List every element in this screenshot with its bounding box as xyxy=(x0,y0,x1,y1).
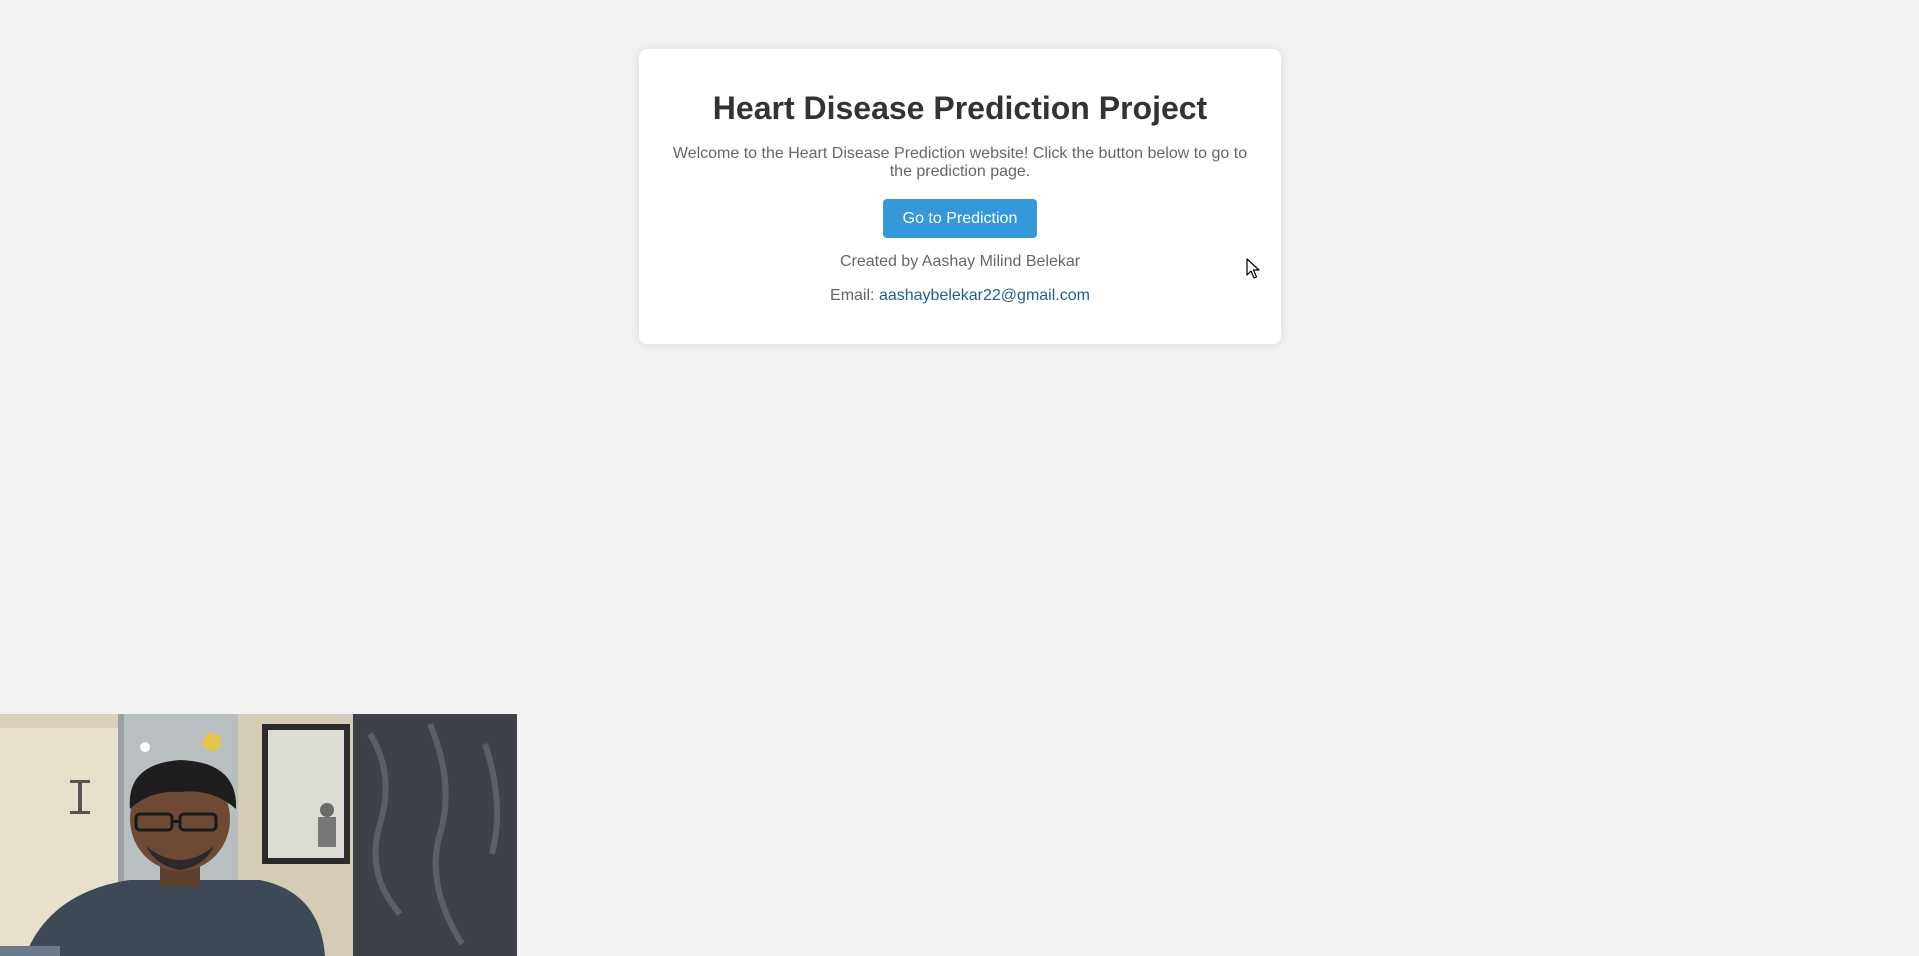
author-credit: Created by Aashay Milind Belekar xyxy=(839,253,1081,270)
email-label: Email: xyxy=(830,287,875,304)
email-row: Email: aashaybelekar22@gmail.com xyxy=(639,287,1281,305)
webcam-overlay xyxy=(0,714,517,956)
page: Heart Disease Prediction Project Welcome… xyxy=(0,0,1919,956)
go-to-prediction-button[interactable]: Go to Prediction xyxy=(882,199,1038,238)
email-link[interactable]: aashaybelekar22@gmail.com xyxy=(879,287,1090,304)
welcome-card: Heart Disease Prediction Project Welcome… xyxy=(639,49,1281,344)
page-title: Heart Disease Prediction Project xyxy=(712,90,1208,126)
mouse-pointer-icon xyxy=(1246,258,1260,279)
intro-text: Welcome to the Heart Disease Prediction … xyxy=(672,145,1248,180)
